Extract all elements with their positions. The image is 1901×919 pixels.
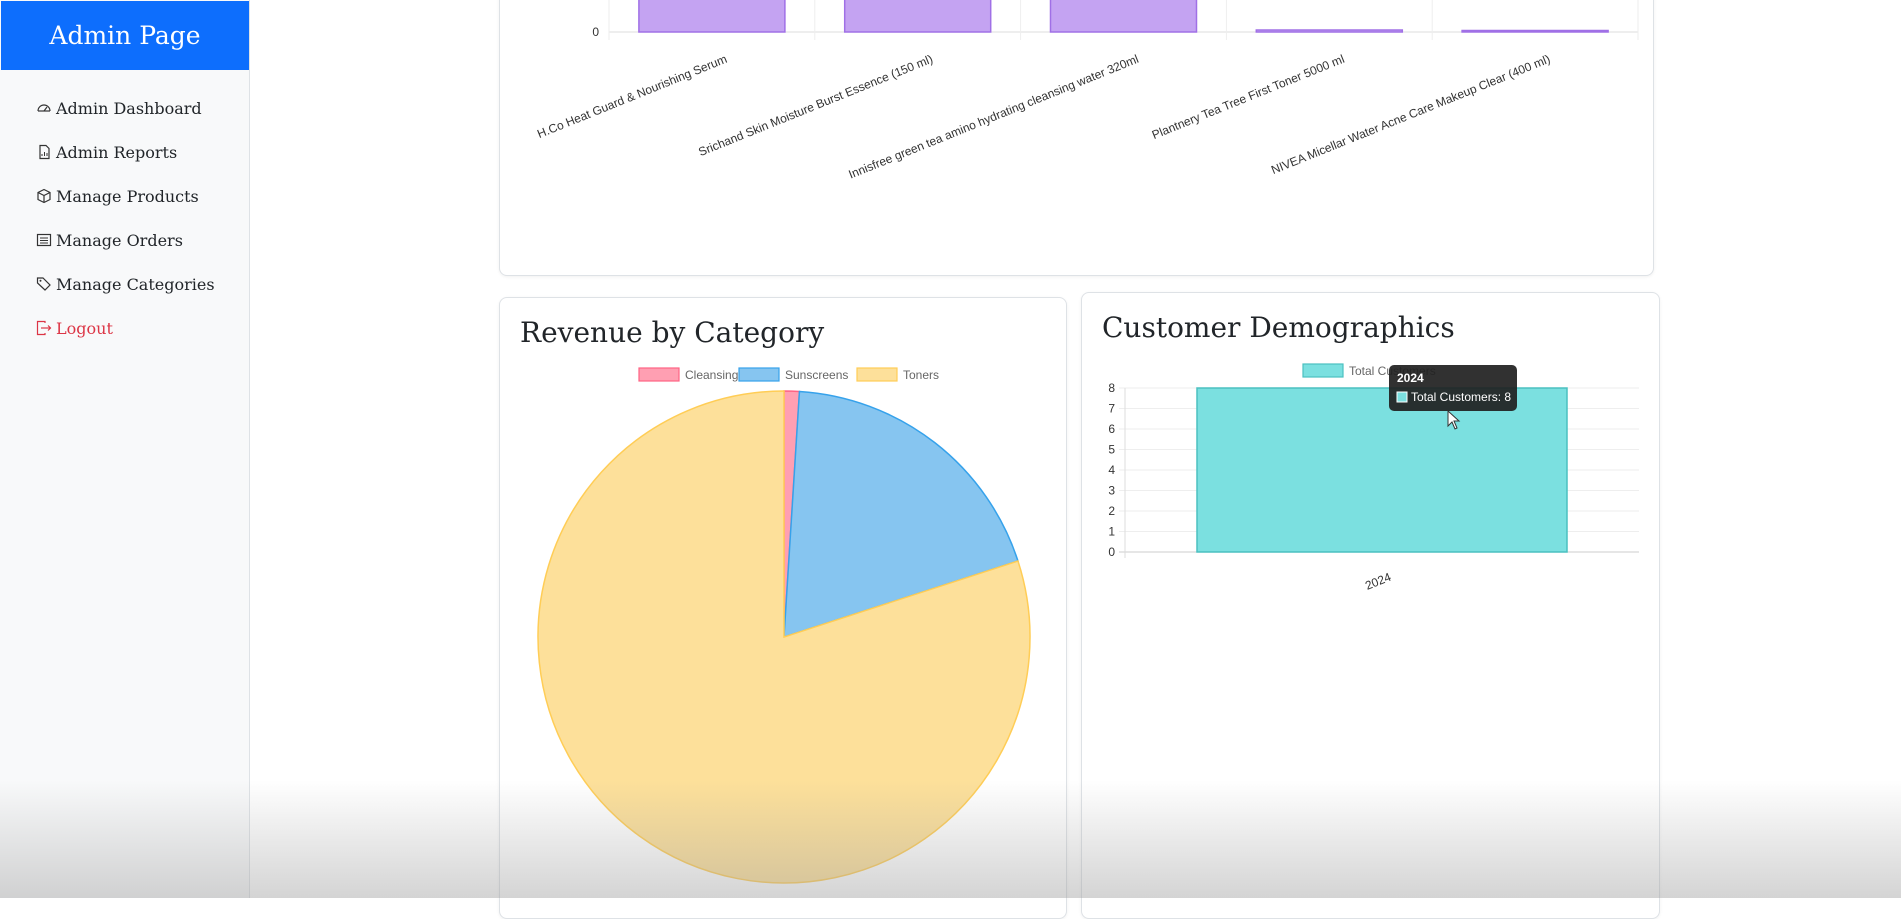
revenue-by-category-card: Revenue by Category Cleansing Sunscreens T… <box>499 297 1067 919</box>
legend-swatch[interactable] <box>738 367 780 382</box>
legend-swatch[interactable] <box>1302 363 1344 378</box>
bar[interactable] <box>1255 29 1404 33</box>
bar[interactable] <box>638 0 786 33</box>
bar[interactable] <box>1196 387 1568 553</box>
y-tick-label: 3 <box>1108 484 1115 498</box>
top-products-bar-chart: 0 H.Co Heat Guard & Nourishing SerumSrich… <box>535 0 1639 181</box>
x-tick-label: Srichand Skin Moisture Burst Essence (15… <box>696 52 934 159</box>
sidebar-item-label: Manage Products <box>56 186 199 206</box>
tags-icon <box>36 276 52 292</box>
legend-label: Toners <box>903 368 939 382</box>
legend-label: Cleansing <box>685 368 738 382</box>
sidebar-item-manage-products[interactable]: Manage Products <box>0 174 249 218</box>
x-tick-label: 2024 <box>1363 570 1393 593</box>
sidebar-item-manage-categories[interactable]: Manage Categories <box>0 262 249 306</box>
top-selling-products-card: 0 H.Co Heat Guard & Nourishing Serum Srich… <box>499 0 1654 276</box>
customer-demographics-bar-chart: Total Customers01234567820242024Total Cu… <box>1108 363 1639 593</box>
tooltip-swatch <box>1396 391 1408 403</box>
list-icon <box>36 232 52 248</box>
bar[interactable] <box>1049 0 1198 33</box>
y-tick-label: 8 <box>1108 381 1115 395</box>
legend-swatch[interactable] <box>856 367 898 382</box>
legend-label: Sunscreens <box>785 368 848 382</box>
legend-swatch[interactable] <box>638 367 680 382</box>
chart-tooltip: 2024 Total Customers: 8 <box>1389 365 1517 411</box>
y-tick-label: 2 <box>1108 504 1115 518</box>
y-tick-label: 0 <box>1108 545 1115 559</box>
logout-icon <box>36 320 52 336</box>
box-icon <box>36 188 52 204</box>
sidebar-item-logout[interactable]: Logout <box>0 306 249 350</box>
sidebar-item-label: Manage Orders <box>56 230 183 250</box>
sidebar-item-label: Admin Dashboard <box>56 98 202 118</box>
y-tick-label: 6 <box>1108 422 1115 436</box>
sidebar-item-manage-orders[interactable]: Manage Orders <box>0 218 249 262</box>
y-tick-label: 5 <box>1108 443 1115 457</box>
sidebar-item-label: Admin Reports <box>56 142 178 162</box>
x-tick-label: Plantnery Tea Tree First Toner 5000 ml <box>1150 52 1347 142</box>
y-tick-label: 0 <box>592 25 599 39</box>
sidebar-item-label: Manage Categories <box>56 274 215 294</box>
sidebar-item-admin-dashboard[interactable]: Admin Dashboard <box>0 86 249 130</box>
bar[interactable] <box>1461 29 1609 33</box>
bar[interactable] <box>843 0 992 33</box>
customer-demographics-card: Customer Demographics Total Customers012… <box>1081 292 1660 919</box>
sidebar-item-admin-reports[interactable]: Admin Reports <box>0 130 249 174</box>
revenue-pie-chart: Cleansing Sunscreens Toners <box>537 367 1031 884</box>
tooltip-title: 2024 <box>1397 371 1424 385</box>
sidebar: Admin Page Admin Dashboard Admin Reports… <box>0 0 250 898</box>
y-tick-label: 7 <box>1108 402 1115 416</box>
tooltip-value: Total Customers: 8 <box>1411 390 1511 404</box>
sidebar-item-label: Logout <box>56 318 113 338</box>
y-tick-label: 4 <box>1108 463 1115 477</box>
brand-title[interactable]: Admin Page <box>1 1 249 70</box>
report-file-icon <box>36 144 52 160</box>
y-tick-label: 1 <box>1108 525 1115 539</box>
sidebar-nav: Admin Dashboard Admin Reports Manage Pro… <box>0 86 249 350</box>
speedometer-icon <box>36 100 52 116</box>
x-tick-label: H.Co Heat Guard & Nourishing Serum <box>535 52 729 141</box>
